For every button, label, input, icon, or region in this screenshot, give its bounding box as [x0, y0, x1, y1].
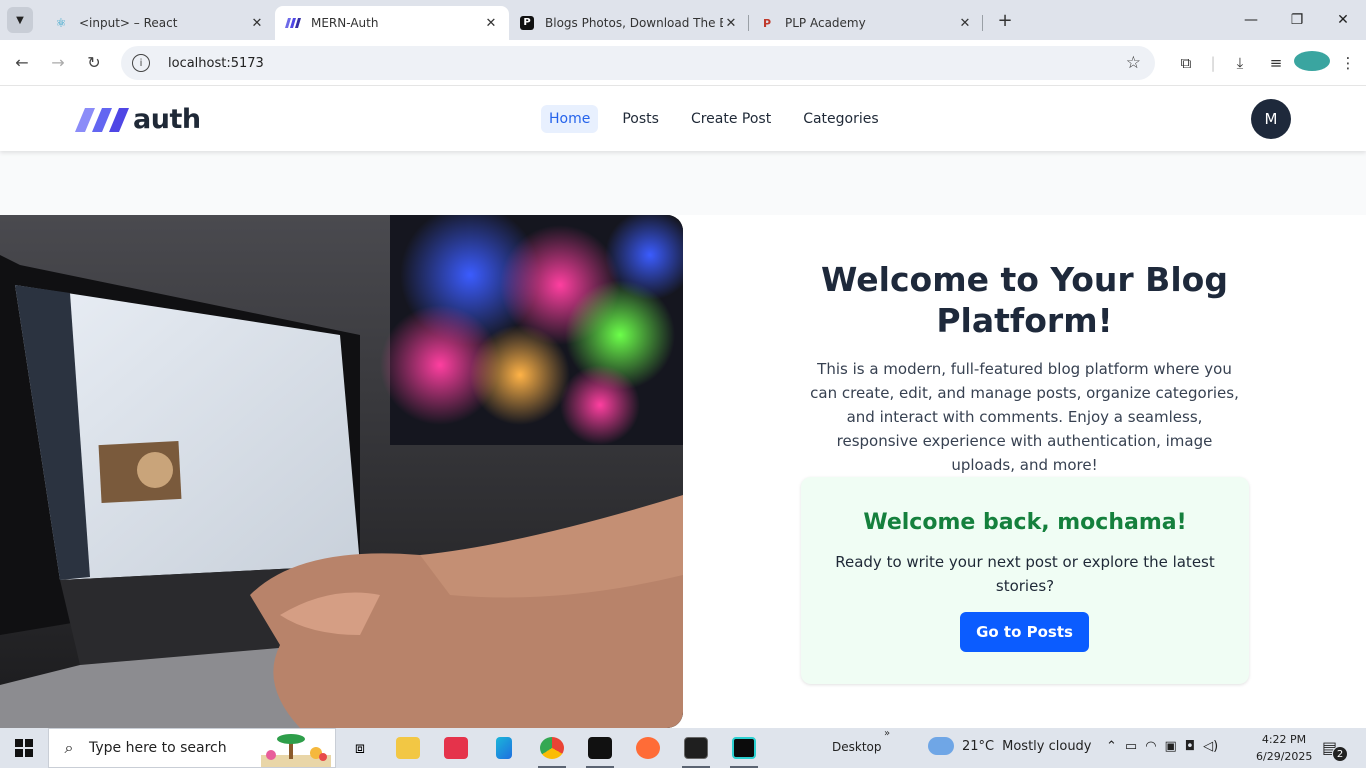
- tab-title: <input> – React: [79, 16, 178, 30]
- logo-text: auth: [133, 104, 201, 135]
- nav-home[interactable]: Home: [541, 105, 599, 133]
- url-text[interactable]: localhost:5173: [168, 56, 264, 71]
- close-icon[interactable]: ✕: [957, 16, 973, 31]
- clock-date: 6/29/2025: [1256, 750, 1313, 763]
- tab-react[interactable]: ⚛ <input> – React ✕: [43, 6, 275, 40]
- notification-icon[interactable]: ▤ 2: [1322, 738, 1348, 762]
- nav-categories[interactable]: Categories: [795, 105, 886, 133]
- hero-section: Welcome to Your Blog Platform! This is a…: [0, 215, 1366, 728]
- hero-content: Welcome to Your Blog Platform! This is a…: [683, 215, 1366, 728]
- minimize-icon[interactable]: —: [1228, 12, 1274, 28]
- device-icon[interactable]: ▣: [1165, 739, 1177, 754]
- bing-icon[interactable]: [480, 728, 528, 768]
- restore-icon[interactable]: ❐: [1274, 12, 1320, 28]
- bookmark-star-icon[interactable]: ☆: [1126, 53, 1141, 73]
- new-tab-button[interactable]: +: [991, 10, 1019, 31]
- tab-plp-academy[interactable]: P PLP Academy ✕: [749, 6, 983, 40]
- close-window-icon[interactable]: ✕: [1320, 12, 1366, 28]
- volume-icon[interactable]: ◁): [1203, 739, 1218, 754]
- temperature: 21°C: [962, 738, 995, 754]
- system-tray: ⌃ ▭ ◠ ▣ ◘ ◁): [1106, 739, 1218, 754]
- welcome-card: Welcome back, mochama! Ready to write yo…: [801, 477, 1249, 684]
- windows-start-icon[interactable]: [0, 728, 48, 768]
- app-navbar: auth Home Posts Create Post Categories M: [0, 87, 1366, 151]
- tab-search-button[interactable]: ▼: [7, 7, 33, 33]
- close-icon[interactable]: ✕: [483, 16, 499, 31]
- tray-chevron-icon[interactable]: ⌃: [1106, 739, 1117, 754]
- toolbar-expand-icon[interactable]: »: [884, 728, 890, 739]
- site-info-icon[interactable]: i: [132, 54, 150, 72]
- pexels-icon: P: [519, 15, 535, 31]
- profile-icon[interactable]: [1294, 51, 1330, 75]
- taskbar-search-box[interactable]: ⌕ Type here to search: [48, 728, 336, 768]
- chrome-icon[interactable]: [528, 728, 576, 768]
- reload-icon[interactable]: ↻: [76, 53, 112, 72]
- postman-icon[interactable]: [624, 728, 672, 768]
- forward-icon[interactable]: →: [40, 53, 76, 72]
- media-control-icon[interactable]: ≡: [1258, 54, 1294, 72]
- meet-icon[interactable]: ◘: [1185, 739, 1195, 754]
- tab-title: MERN-Auth: [311, 16, 379, 30]
- main-menu: Home Posts Create Post Categories: [541, 105, 887, 133]
- search-placeholder: Type here to search: [89, 740, 227, 756]
- back-icon[interactable]: ←: [4, 53, 40, 72]
- downloads-icon[interactable]: ⤓: [1222, 54, 1258, 72]
- user-avatar[interactable]: M: [1251, 99, 1291, 139]
- browser-tools: ⧉ | ⤓ ≡ ⋮: [1168, 40, 1366, 86]
- wifi-icon[interactable]: ◠: [1145, 739, 1156, 754]
- nav-create-post[interactable]: Create Post: [683, 105, 779, 133]
- window-controls: — ❐ ✕: [1228, 0, 1366, 40]
- terminal-icon[interactable]: [672, 728, 720, 768]
- clock-time: 4:22 PM: [1261, 733, 1307, 746]
- file-explorer-icon[interactable]: [384, 728, 432, 768]
- vscode-app-icon[interactable]: [720, 728, 768, 768]
- windows-taskbar: ⌕ Type here to search ⧈ Desktop » 21°C M…: [0, 728, 1366, 768]
- address-bar[interactable]: i localhost:5173 ☆: [121, 46, 1155, 80]
- notification-badge: 2: [1332, 746, 1348, 762]
- close-icon[interactable]: ✕: [723, 16, 739, 31]
- plp-icon: P: [762, 16, 772, 30]
- hero-title: Welcome to Your Blog Platform!: [821, 260, 1228, 340]
- hero-description: This is a modern, full-featured blog pla…: [810, 360, 1239, 474]
- close-icon[interactable]: ✕: [249, 16, 265, 31]
- cursor-app-icon[interactable]: [576, 728, 624, 768]
- extensions-icon[interactable]: ⧉: [1168, 54, 1204, 72]
- battery-icon[interactable]: ▭: [1125, 739, 1137, 754]
- weather-condition: Mostly cloudy: [1002, 738, 1092, 754]
- browser-tab-bar: ▼ ⚛ <input> – React ✕ MERN-Auth ✕ P Blog…: [0, 0, 1366, 40]
- tab-mern-auth[interactable]: MERN-Auth ✕: [275, 6, 509, 40]
- app-logo[interactable]: auth: [75, 104, 201, 135]
- weather-widget[interactable]: 21°C Mostly cloudy: [928, 737, 1092, 755]
- tab-title: Blogs Photos, Download The BE: [545, 16, 723, 30]
- react-icon: ⚛: [55, 16, 67, 30]
- welcome-heading: Welcome back, mochama!: [863, 510, 1187, 535]
- cloud-icon: [928, 737, 954, 755]
- search-highlight-icon: [261, 734, 331, 767]
- welcome-text: Ready to write your next post or explore…: [835, 553, 1215, 595]
- system-clock[interactable]: 4:22 PM 6/29/2025: [1256, 731, 1312, 765]
- media-app-icon[interactable]: [432, 728, 480, 768]
- page-viewport: auth Home Posts Create Post Categories M: [0, 87, 1366, 728]
- logo-stripes-icon: [75, 107, 129, 132]
- go-to-posts-button[interactable]: Go to Posts: [960, 612, 1089, 652]
- tab-title: PLP Academy: [785, 16, 866, 30]
- task-view-icon[interactable]: ⧈: [336, 728, 384, 768]
- auth-logo-icon: [285, 15, 301, 31]
- search-icon: ⌕: [64, 738, 74, 757]
- desktop-toolbar-label[interactable]: Desktop: [832, 740, 882, 754]
- tab-blogs-photos[interactable]: P Blogs Photos, Download The BE ✕: [509, 6, 749, 40]
- more-menu-icon[interactable]: ⋮: [1330, 54, 1366, 72]
- hero-laptop-image: [0, 215, 683, 728]
- nav-posts[interactable]: Posts: [614, 105, 667, 133]
- browser-toolbar: ← → ↻ i localhost:5173 ☆ ⧉ | ⤓ ≡ ⋮: [0, 40, 1366, 86]
